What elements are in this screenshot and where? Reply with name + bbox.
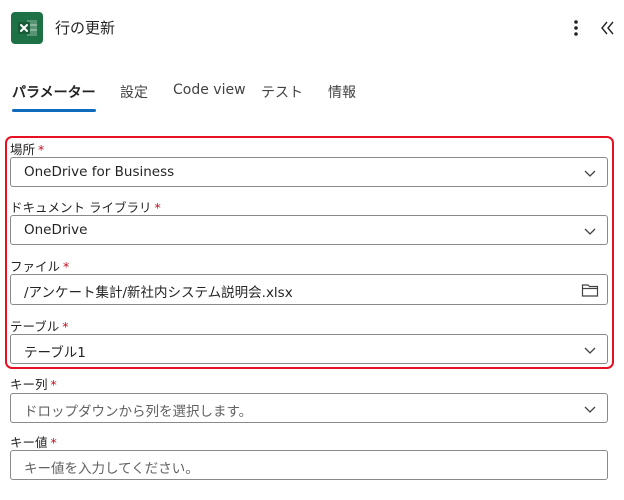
library-value: OneDrive — [24, 222, 88, 238]
location-label: 場所 * — [10, 142, 45, 157]
required-mark: * — [63, 259, 70, 274]
key-value-label: キー値 * — [10, 435, 57, 450]
table-label: テーブル * — [10, 319, 69, 334]
location-dropdown[interactable]: OneDrive for Business — [10, 157, 608, 187]
table-value: テーブル1 — [24, 345, 86, 361]
active-tab-indicator — [12, 109, 96, 112]
required-mark: * — [50, 435, 57, 450]
tab-parameters[interactable]: パラメーター — [12, 82, 96, 102]
tab-settings[interactable]: 設定 — [120, 82, 148, 102]
collapse-panel-button[interactable] — [598, 16, 618, 40]
key-value-input[interactable]: キー値を入力してください。 — [10, 450, 608, 480]
double-chevron-left-icon — [601, 21, 614, 35]
tab-info[interactable]: 情報 — [328, 82, 356, 102]
key-value-placeholder: キー値を入力してください。 — [24, 461, 199, 477]
required-mark: * — [62, 319, 69, 334]
key-column-dropdown[interactable]: ドロップダウンから列を選択します。 — [10, 393, 608, 423]
file-path-value: /アンケート集計/新社内システム説明会.xlsx — [24, 285, 293, 301]
file-label: ファイル * — [10, 259, 70, 274]
library-dropdown[interactable]: OneDrive — [10, 215, 608, 245]
chevron-down-icon — [584, 228, 596, 235]
page-title: 行の更新 — [55, 19, 116, 37]
panel-header: 行の更新 — [0, 0, 624, 60]
library-label: ドキュメント ライブラリ * — [10, 200, 161, 215]
chevron-down-icon — [584, 170, 596, 177]
key-column-label: キー列 * — [10, 377, 57, 392]
required-mark: * — [38, 142, 45, 157]
required-mark: * — [50, 377, 57, 392]
location-value: OneDrive for Business — [24, 164, 175, 180]
tab-test[interactable]: テスト — [261, 82, 303, 102]
chevron-down-icon — [584, 406, 596, 413]
more-vertical-icon — [574, 20, 578, 36]
tab-bar: パラメーター 設定 Code view テスト 情報 — [0, 78, 624, 118]
more-options-button[interactable] — [566, 16, 586, 40]
required-mark: * — [154, 200, 161, 215]
chevron-down-icon — [584, 347, 596, 354]
tab-code-view[interactable]: Code view — [173, 82, 246, 98]
excel-icon — [11, 12, 43, 44]
table-dropdown[interactable]: テーブル1 — [10, 334, 608, 364]
file-picker[interactable]: /アンケート集計/新社内システム説明会.xlsx — [10, 274, 608, 305]
folder-icon[interactable] — [581, 282, 599, 298]
key-column-placeholder: ドロップダウンから列を選択します。 — [24, 404, 253, 420]
